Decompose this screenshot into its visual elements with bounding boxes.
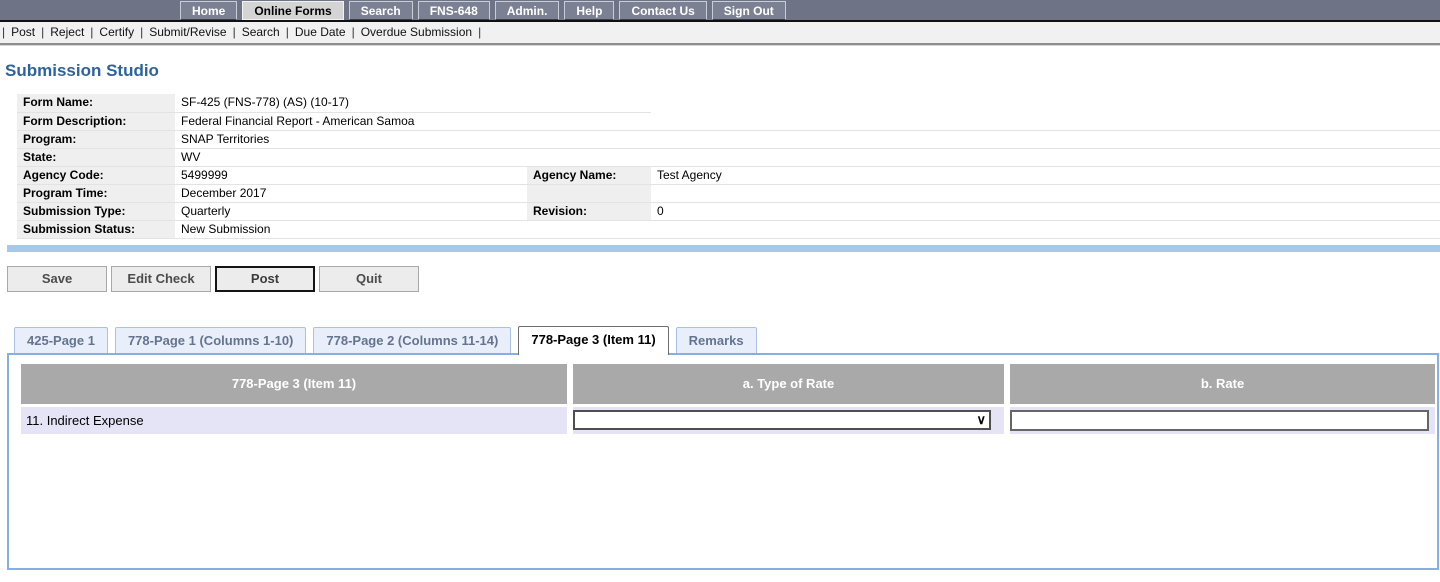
nav-sign-out[interactable]: Sign Out <box>711 1 786 20</box>
form-info-spacer <box>651 130 1440 149</box>
action-button-bar: Save Edit Check Post Quit <box>7 265 1440 292</box>
menu-item-overdue-submission[interactable]: Overdue Submission <box>355 25 478 39</box>
form-info-row: Submission Type: Quarterly Revision: 0 <box>17 202 1440 221</box>
form-description-value: Federal Financial Report - American Samo… <box>175 112 527 131</box>
blue-divider-bar <box>7 244 1440 252</box>
form-info-spacer <box>527 130 651 149</box>
menu-item-search[interactable]: Search <box>236 25 286 39</box>
form-info-spacer <box>527 220 651 239</box>
state-value: WV <box>175 148 527 167</box>
nav-home[interactable]: Home <box>180 1 238 20</box>
program-time-value: December 2017 <box>175 184 527 203</box>
tab-remarks[interactable]: Remarks <box>675 326 757 353</box>
tab-778-page-3[interactable]: 778-Page 3 (Item 11) <box>518 325 669 355</box>
tab-panel-778-page-3: 778-Page 3 (Item 11) a. Type of Rate b. … <box>7 352 1439 570</box>
agency-name-value: Test Agency <box>651 166 1440 185</box>
submission-type-label: Submission Type: <box>17 202 175 221</box>
agency-code-label: Agency Code: <box>17 166 175 185</box>
nav-online-forms[interactable]: Online Forms <box>242 1 344 20</box>
nav-contact-us[interactable]: Contact Us <box>619 1 707 20</box>
nav-help[interactable]: Help <box>564 1 615 20</box>
submission-menubar: | Post | Reject | Certify | Submit/Revise | Searc… <box>0 22 1440 45</box>
form-info-spacer <box>527 112 651 131</box>
nav-fns-648[interactable]: FNS-648 <box>417 1 490 20</box>
menu-item-submit-revise[interactable]: Submit/Revise <box>143 25 232 39</box>
grid-header-type-of-rate: a. Type of Rate <box>573 363 1004 404</box>
page-title: Submission Studio <box>5 61 159 80</box>
save-button[interactable]: Save <box>7 265 107 292</box>
type-of-rate-cell: ∨ <box>573 406 1004 434</box>
item-11-grid: 778-Page 3 (Item 11) a. Type of Rate b. … <box>21 363 1435 434</box>
tab-778-page-2[interactable]: 778-Page 2 (Columns 11-14) <box>313 326 512 353</box>
form-info-row: Program: SNAP Territories <box>17 130 1440 149</box>
submission-status-label: Submission Status: <box>17 220 175 239</box>
type-of-rate-select[interactable] <box>573 410 991 430</box>
menu-item-post[interactable]: Post <box>5 25 41 39</box>
form-info-row: Program Time: December 2017 <box>17 184 1440 203</box>
grid-header-row: 778-Page 3 (Item 11) a. Type of Rate b. … <box>21 363 1435 404</box>
grid-header-item-11: 778-Page 3 (Item 11) <box>21 363 567 404</box>
menu-item-certify[interactable]: Certify <box>93 25 140 39</box>
submission-type-value: Quarterly <box>175 202 527 221</box>
edit-check-button[interactable]: Edit Check <box>111 265 211 292</box>
state-label: State: <box>17 148 175 167</box>
quit-button[interactable]: Quit <box>319 265 419 292</box>
grid-header-rate: b. Rate <box>1010 363 1435 404</box>
revision-label: Revision: <box>527 202 651 221</box>
agency-code-value: 5499999 <box>175 166 527 185</box>
program-value: SNAP Territories <box>175 130 527 149</box>
form-info-row: Agency Code: 5499999 Agency Name: Test A… <box>17 166 1440 185</box>
submission-studio-page: Home Online Forms Search FNS-648 Admin. … <box>0 0 1440 582</box>
form-info-row: Form Name: SF-425 (FNS-778) (AS) (10-17) <box>17 94 1440 113</box>
grid-data-row: 11. Indirect Expense ∨ <box>21 406 1435 434</box>
top-navbar: Home Online Forms Search FNS-648 Admin. … <box>0 0 1440 22</box>
form-info-spacer <box>651 112 1440 131</box>
form-tabs: 425-Page 1 778-Page 1 (Columns 1-10) 778… <box>14 325 1440 355</box>
form-name-label: Form Name: <box>17 94 175 113</box>
rate-input[interactable] <box>1010 409 1429 431</box>
menu-separator: | <box>478 25 482 39</box>
menu-item-reject[interactable]: Reject <box>44 25 90 39</box>
tab-425-page-1[interactable]: 425-Page 1 <box>14 326 108 353</box>
menu-item-due-date[interactable]: Due Date <box>289 25 352 39</box>
form-info-spacer <box>527 94 651 113</box>
form-info-spacer <box>527 148 651 167</box>
nav-admin[interactable]: Admin. <box>494 1 560 20</box>
submission-status-value: New Submission <box>175 220 527 239</box>
form-description-label: Form Description: <box>17 112 175 131</box>
indirect-expense-label: 11. Indirect Expense <box>21 406 567 434</box>
form-info-spacer <box>651 94 1440 112</box>
program-time-label: Program Time: <box>17 184 175 203</box>
agency-name-label: Agency Name: <box>527 166 651 185</box>
revision-value: 0 <box>651 202 1440 221</box>
form-info-row: State: WV <box>17 148 1440 167</box>
nav-search[interactable]: Search <box>348 1 413 20</box>
form-name-value: SF-425 (FNS-778) (AS) (10-17) <box>175 94 527 113</box>
form-info-spacer <box>651 184 1440 203</box>
program-label: Program: <box>17 130 175 149</box>
form-info-table: Form Name: SF-425 (FNS-778) (AS) (10-17)… <box>17 94 1440 239</box>
form-info-row: Submission Status: New Submission <box>17 220 1440 239</box>
tab-778-page-1[interactable]: 778-Page 1 (Columns 1-10) <box>114 326 307 353</box>
form-info-spacer <box>651 148 1440 167</box>
form-info-spacer <box>651 220 1440 239</box>
rate-cell <box>1010 406 1435 434</box>
post-button[interactable]: Post <box>215 265 315 292</box>
form-info-row: Form Description: Federal Financial Repo… <box>17 112 1440 131</box>
form-info-spacer <box>527 184 651 203</box>
